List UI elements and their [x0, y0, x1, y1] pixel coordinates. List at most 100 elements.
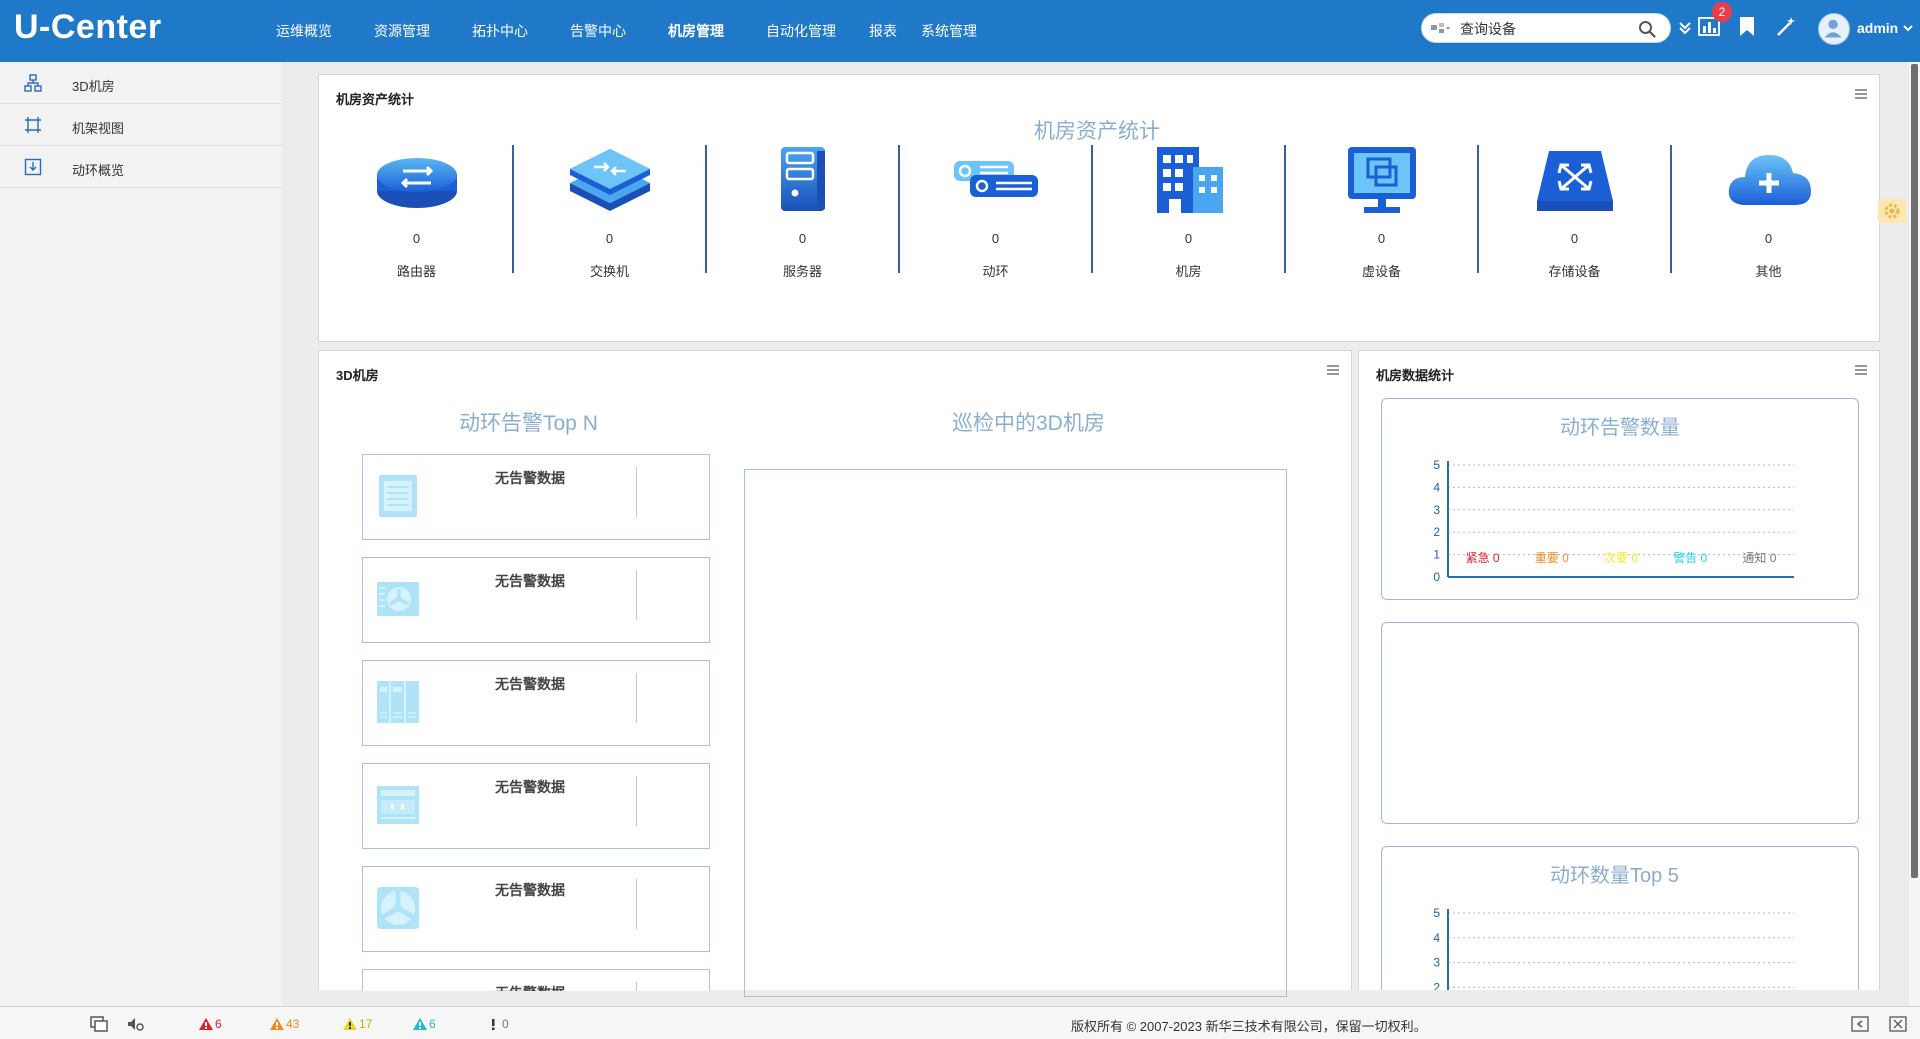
asset-building[interactable]: 0 机房	[1093, 145, 1286, 279]
warning-triangle-icon	[413, 1018, 427, 1030]
nav-item-topology[interactable]: 拓扑中心	[451, 0, 549, 62]
collapse-left-icon[interactable]	[1851, 1016, 1869, 1032]
minor-alarm-indicator[interactable]: 17	[342, 1016, 372, 1032]
asset-label: 虚设备	[1361, 264, 1401, 279]
major-alarm-indicator[interactable]: 43	[269, 1016, 299, 1032]
search-icon[interactable]	[1638, 20, 1656, 38]
asset-label: 机房	[1175, 264, 1202, 279]
fullscreen-icon[interactable]	[1889, 1016, 1907, 1032]
nav-item-reports[interactable]: 报表	[857, 0, 909, 62]
y-tick-label: 4	[1433, 931, 1440, 945]
sidebar-item-label: 3D机房	[72, 79, 115, 94]
empty-stat-card	[1381, 622, 1859, 824]
nav-item-alarm[interactable]: 告警中心	[549, 0, 647, 62]
card-divider	[636, 776, 637, 826]
bookmark-icon[interactable]	[1738, 16, 1756, 38]
main-nav: 运维概览 资源管理 拓扑中心 告警中心 机房管理 自动化管理 报表 系统管理	[255, 0, 989, 62]
asset-stats-panel: 机房资产统计 机房资产统计 0 路由器 0 交换机 0 服务器 0 动环 0 机…	[318, 74, 1880, 342]
warning-alarm-indicator[interactable]: 6	[412, 1016, 436, 1032]
asset-label: 交换机	[589, 264, 629, 279]
alarm-card[interactable]: 无告警数据	[362, 660, 710, 746]
asset-count: 0	[991, 231, 1000, 246]
asset-label: 路由器	[396, 264, 436, 279]
device-type-icon[interactable]	[1430, 22, 1452, 36]
alarm-card[interactable]: 无告警数据	[362, 454, 710, 540]
bar-data-label: 重要 0	[1535, 551, 1569, 565]
info-alarm-indicator[interactable]: 0	[485, 1016, 509, 1032]
asset-server[interactable]: 0 服务器	[707, 145, 900, 279]
asset-switch[interactable]: 0 交换机	[514, 145, 707, 279]
asset-env-device[interactable]: 0 动环	[900, 145, 1093, 279]
sidebar-item-env-overview[interactable]: 动环概览	[0, 146, 282, 188]
card-divider	[636, 982, 637, 991]
nav-item-automation[interactable]: 自动化管理	[745, 0, 857, 62]
panel-title: 机房资产统计	[336, 92, 415, 107]
y-tick-label: 1	[1433, 548, 1440, 562]
alarm-card-text: 无告警数据	[495, 882, 565, 898]
asset-storage[interactable]: 0 存储设备	[1479, 145, 1672, 279]
alarm-count-card: 动环告警数量 0 1 2 3 4 5 紧急 0 重要 0 次要 0 警告 0 通知 0	[1381, 398, 1859, 600]
alarm-count: 43	[286, 1017, 300, 1031]
bar-data-label: 警告 0	[1673, 550, 1707, 565]
fan-icon	[377, 887, 419, 929]
copyright-text: 版权所有 © 2007-2023 新华三技术有限公司，保留一切权利。	[1071, 1019, 1427, 1034]
device-icon	[375, 988, 421, 991]
sidebar-item-rack-view[interactable]: 机架视图	[0, 104, 282, 146]
building-icon	[1156, 147, 1223, 213]
asset-other[interactable]: 0 其他	[1672, 145, 1865, 279]
critical-alarm-indicator[interactable]: 6	[198, 1016, 222, 1032]
hamburger-menu-icon[interactable]	[1853, 87, 1869, 101]
alarm-card[interactable]: 无告警数据	[362, 557, 710, 643]
sidebar-item-3d-room[interactable]: 3D机房	[0, 62, 282, 104]
alarm-card[interactable]: 无告警数据	[362, 969, 710, 991]
chevron-down-icon[interactable]	[1902, 22, 1914, 34]
y-tick-label: 4	[1433, 480, 1440, 494]
asset-stats-heading: 机房资产统计	[1034, 120, 1160, 143]
router-icon	[376, 158, 457, 208]
windows-icon[interactable]	[90, 1016, 108, 1032]
warning-triangle-icon	[199, 1018, 213, 1030]
settings-tab[interactable]	[1878, 199, 1906, 223]
panel-title: 机房数据统计	[1376, 368, 1455, 383]
y-tick-label: 3	[1433, 956, 1440, 970]
bar-data-label: 紧急 0	[1466, 550, 1500, 565]
y-tick-label: 5	[1433, 458, 1440, 472]
alarm-card[interactable]: 无告警数据	[362, 866, 710, 952]
alarm-count: 6	[429, 1017, 436, 1031]
app-logo[interactable]: U-Center	[14, 8, 162, 47]
user-name[interactable]: admin	[1857, 20, 1898, 36]
sound-settings-icon[interactable]	[126, 1016, 144, 1032]
topology-icon	[24, 74, 42, 92]
asset-count: 0	[1764, 231, 1773, 246]
magic-wand-icon[interactable]	[1775, 16, 1797, 38]
avatar[interactable]	[1818, 13, 1850, 45]
alarm-count-chart: 0 1 2 3 4 5 紧急 0 重要 0 次要 0 警告 0 通知 0	[1433, 458, 1794, 584]
asset-virtual-device[interactable]: 0 虚设备	[1286, 145, 1479, 279]
gear-icon	[1884, 203, 1900, 219]
scrollbar-thumb[interactable]	[1911, 64, 1918, 878]
nav-item-system[interactable]: 系统管理	[909, 0, 989, 62]
alarm-card-text: 无告警数据	[495, 676, 565, 692]
power-cabinet-icon	[377, 681, 419, 723]
asset-count: 0	[798, 231, 807, 246]
cloud-plus-icon	[1728, 155, 1811, 205]
alarm-card[interactable]: 无告警数据	[362, 763, 710, 849]
hamburger-menu-icon[interactable]	[1853, 363, 1869, 377]
nav-item-ops-overview[interactable]: 运维概览	[255, 0, 353, 62]
sidebar-item-label: 机架视图	[72, 121, 125, 136]
page-scrollbar[interactable]	[1909, 62, 1920, 1006]
hamburger-menu-icon[interactable]	[1325, 363, 1341, 377]
double-chevron-down-icon[interactable]	[1678, 20, 1692, 36]
search-input[interactable]	[1460, 18, 1630, 40]
asset-router[interactable]: 0 路由器	[321, 145, 514, 279]
top5-chart: 2 3 4 5	[1433, 906, 1794, 990]
nav-item-datacenter[interactable]: 机房管理	[647, 0, 745, 62]
alarm-card-text: 无告警数据	[495, 779, 565, 795]
sidebar: 3D机房 机架视图 动环概览	[0, 62, 282, 1006]
nav-item-resource[interactable]: 资源管理	[353, 0, 451, 62]
distribution-box-icon	[377, 786, 419, 824]
air-conditioner-icon	[377, 582, 419, 616]
3d-room-viewer[interactable]	[744, 469, 1287, 997]
bar-data-label: 通知 0	[1742, 551, 1776, 565]
y-tick-label: 0	[1433, 570, 1440, 584]
